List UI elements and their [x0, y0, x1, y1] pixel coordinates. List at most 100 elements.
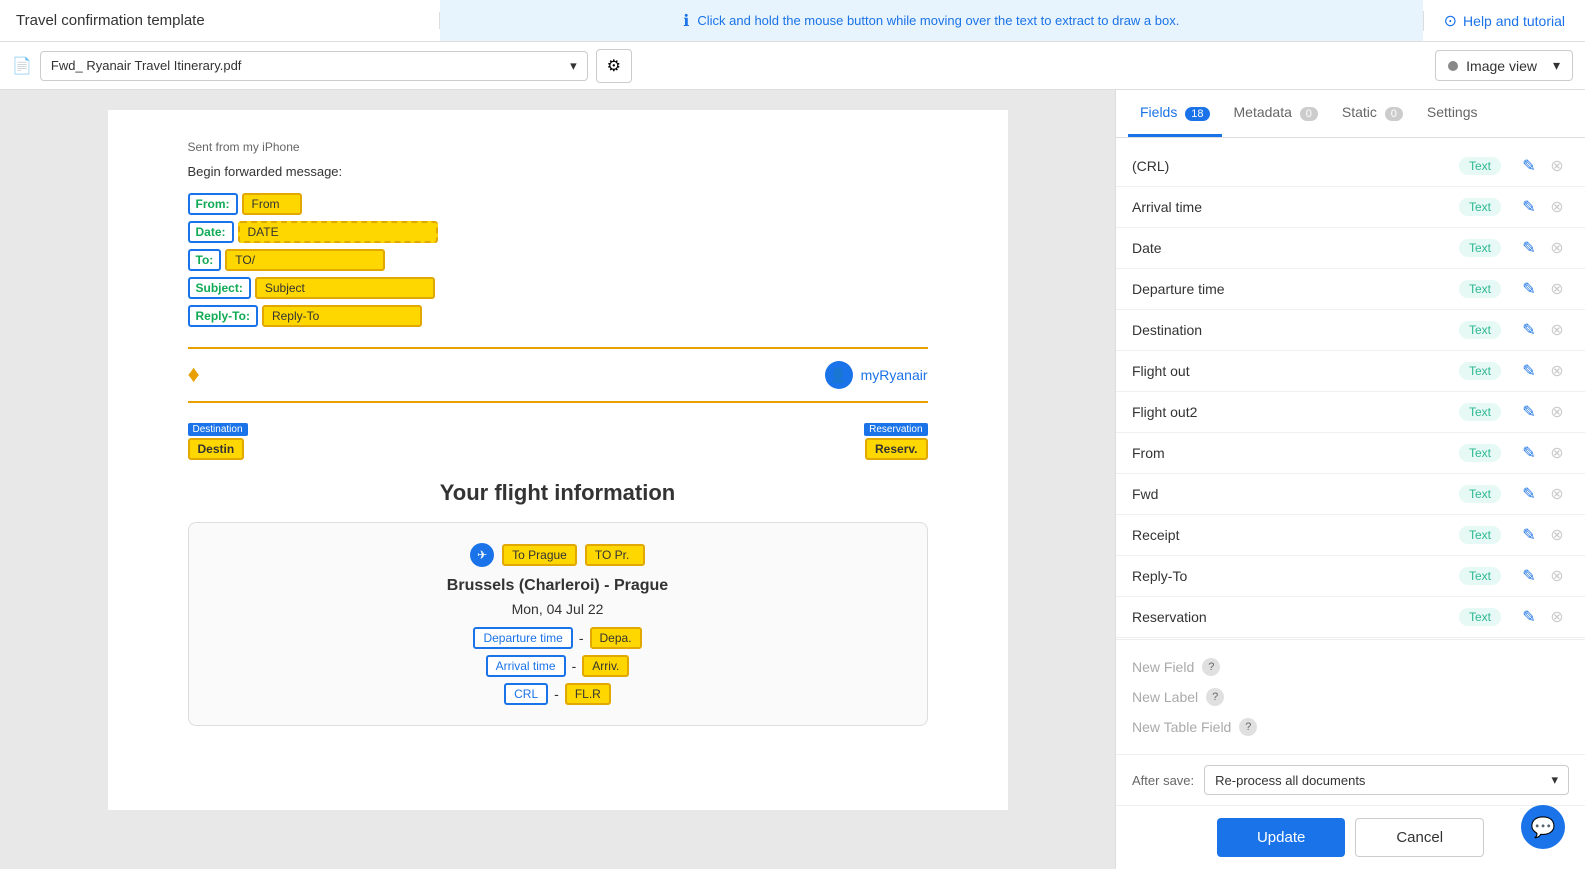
new-table-help[interactable]: ? [1239, 718, 1257, 736]
field-remove-button[interactable]: ⊗ [1545, 605, 1569, 629]
to-label: To: [188, 249, 222, 271]
info-banner: ℹ Click and hold the mouse button while … [440, 0, 1423, 41]
field-edit-button[interactable]: ✎ [1517, 359, 1541, 383]
departure-value[interactable]: Depa. [590, 627, 642, 649]
arrival-value[interactable]: Arriv. [582, 655, 629, 677]
new-field-row: New Field ? [1132, 652, 1569, 682]
right-panel: Fields 18 Metadata 0 Static 0 Settings (… [1115, 90, 1585, 869]
field-edit-button[interactable]: ✎ [1517, 236, 1541, 260]
flight-to-value[interactable]: TO Pr. [585, 544, 645, 566]
fields-list: (CRL) Text ✎ ⊗ Arrival time Text ✎ ⊗ Dat… [1116, 138, 1585, 639]
field-edit-button[interactable]: ✎ [1517, 482, 1541, 506]
field-name: Fwd [1132, 486, 1451, 502]
chat-button[interactable]: 💬 [1521, 805, 1565, 849]
metadata-count-badge: 0 [1300, 107, 1318, 121]
flight-plane-icon: ✈ [470, 543, 494, 567]
field-remove-button[interactable]: ⊗ [1545, 564, 1569, 588]
tab-fields[interactable]: Fields 18 [1128, 90, 1222, 137]
forwarded-text: Begin forwarded message: [188, 164, 928, 179]
list-item: Arrival time Text ✎ ⊗ [1116, 187, 1585, 228]
list-item: Flight out Text ✎ ⊗ [1116, 351, 1585, 392]
new-label-row: New Label ? [1132, 682, 1569, 712]
field-type-badge: Text [1459, 444, 1501, 462]
flight-info-title: Your flight information [188, 480, 928, 506]
field-type-badge: Text [1459, 321, 1501, 339]
field-name: Reply-To [1132, 568, 1451, 584]
subject-row: Subject: Subject [188, 277, 928, 299]
field-remove-button[interactable]: ⊗ [1545, 318, 1569, 342]
flight-card: ✈ To Prague TO Pr. Brussels (Charleroi) … [188, 522, 928, 726]
field-remove-button[interactable]: ⊗ [1545, 359, 1569, 383]
tab-metadata[interactable]: Metadata 0 [1222, 90, 1330, 137]
field-edit-button[interactable]: ✎ [1517, 318, 1541, 342]
field-name: Flight out2 [1132, 404, 1451, 420]
doc-page: Sent from my iPhone Begin forwarded mess… [108, 110, 1008, 810]
help-tutorial-link[interactable]: ⊙ Help and tutorial [1423, 11, 1585, 31]
update-button[interactable]: Update [1217, 818, 1345, 857]
field-remove-button[interactable]: ⊗ [1545, 154, 1569, 178]
file-dropdown[interactable]: Fwd_ Ryanair Travel Itinerary.pdf ▾ [40, 51, 588, 81]
field-remove-button[interactable]: ⊗ [1545, 523, 1569, 547]
field-name: Destination [1132, 322, 1451, 338]
field-edit-button[interactable]: ✎ [1517, 277, 1541, 301]
fields-bottom: New Field ? New Label ? New Table Field … [1116, 639, 1585, 754]
field-remove-button[interactable]: ⊗ [1545, 482, 1569, 506]
field-remove-button[interactable]: ⊗ [1545, 441, 1569, 465]
field-name: Departure time [1132, 281, 1451, 297]
list-item: Date Text ✎ ⊗ [1116, 228, 1585, 269]
field-remove-button[interactable]: ⊗ [1545, 195, 1569, 219]
field-name: (CRL) [1132, 158, 1451, 174]
field-edit-button[interactable]: ✎ [1517, 400, 1541, 424]
arrival-time-row: Arrival time - Arriv. [486, 655, 630, 677]
field-name: Date [1132, 240, 1451, 256]
view-dropdown[interactable]: Image view ▾ [1435, 50, 1573, 81]
tab-static[interactable]: Static 0 [1330, 90, 1415, 137]
field-remove-button[interactable]: ⊗ [1545, 236, 1569, 260]
flight-date: Mon, 04 Jul 22 [209, 601, 907, 617]
field-type-badge: Text [1459, 362, 1501, 380]
field-type-badge: Text [1459, 157, 1501, 175]
tab-settings[interactable]: Settings [1415, 90, 1490, 137]
crl-value[interactable]: FL.R [565, 683, 611, 705]
after-save-label: After save: [1132, 773, 1194, 788]
field-name: Arrival time [1132, 199, 1451, 215]
field-edit-button[interactable]: ✎ [1517, 605, 1541, 629]
subject-label: Subject: [188, 277, 251, 299]
main-layout: Sent from my iPhone Begin forwarded mess… [0, 90, 1585, 869]
document-viewer: Sent from my iPhone Begin forwarded mess… [0, 90, 1115, 869]
chevron-down-icon: ▾ [570, 58, 577, 74]
field-type-badge: Text [1459, 403, 1501, 421]
tabs-bar: Fields 18 Metadata 0 Static 0 Settings [1116, 90, 1585, 138]
field-type-badge: Text [1459, 608, 1501, 626]
departure-time-row: Departure time - Depa. [473, 627, 641, 649]
destination-value-box[interactable]: Destin [188, 438, 245, 460]
myryanair-user: 👤 myRyanair [825, 361, 928, 389]
new-label-help[interactable]: ? [1206, 688, 1224, 706]
from-value[interactable]: From [242, 193, 302, 215]
toolbar: 📄 Fwd_ Ryanair Travel Itinerary.pdf ▾ ⚙ … [0, 42, 1585, 90]
new-field-help[interactable]: ? [1202, 658, 1220, 676]
field-actions: ✎ ⊗ [1517, 236, 1569, 260]
field-type-badge: Text [1459, 198, 1501, 216]
to-value[interactable]: TO/ [225, 249, 385, 271]
after-save-dropdown[interactable]: Re-process all documents ▾ [1204, 765, 1569, 795]
static-count-badge: 0 [1385, 107, 1403, 121]
replyto-value[interactable]: Reply-To [262, 305, 422, 327]
doc-scroll-area[interactable]: Sent from my iPhone Begin forwarded mess… [0, 90, 1115, 869]
date-value[interactable]: DATE [238, 221, 438, 243]
reservation-label-box: Reservation [864, 423, 927, 436]
reservation-value-box[interactable]: Reserv. [865, 438, 927, 460]
field-remove-button[interactable]: ⊗ [1545, 277, 1569, 301]
subject-value[interactable]: Subject [255, 277, 435, 299]
field-edit-button[interactable]: ✎ [1517, 441, 1541, 465]
settings-icon-button[interactable]: ⚙ [596, 49, 632, 83]
field-edit-button[interactable]: ✎ [1517, 195, 1541, 219]
field-edit-button[interactable]: ✎ [1517, 154, 1541, 178]
field-edit-button[interactable]: ✎ [1517, 564, 1541, 588]
list-item: Reservation Text ✎ ⊗ [1116, 597, 1585, 638]
field-remove-button[interactable]: ⊗ [1545, 400, 1569, 424]
replyto-label: Reply-To: [188, 305, 258, 327]
cancel-button[interactable]: Cancel [1355, 818, 1484, 857]
list-item: Fwd Text ✎ ⊗ [1116, 474, 1585, 515]
field-edit-button[interactable]: ✎ [1517, 523, 1541, 547]
